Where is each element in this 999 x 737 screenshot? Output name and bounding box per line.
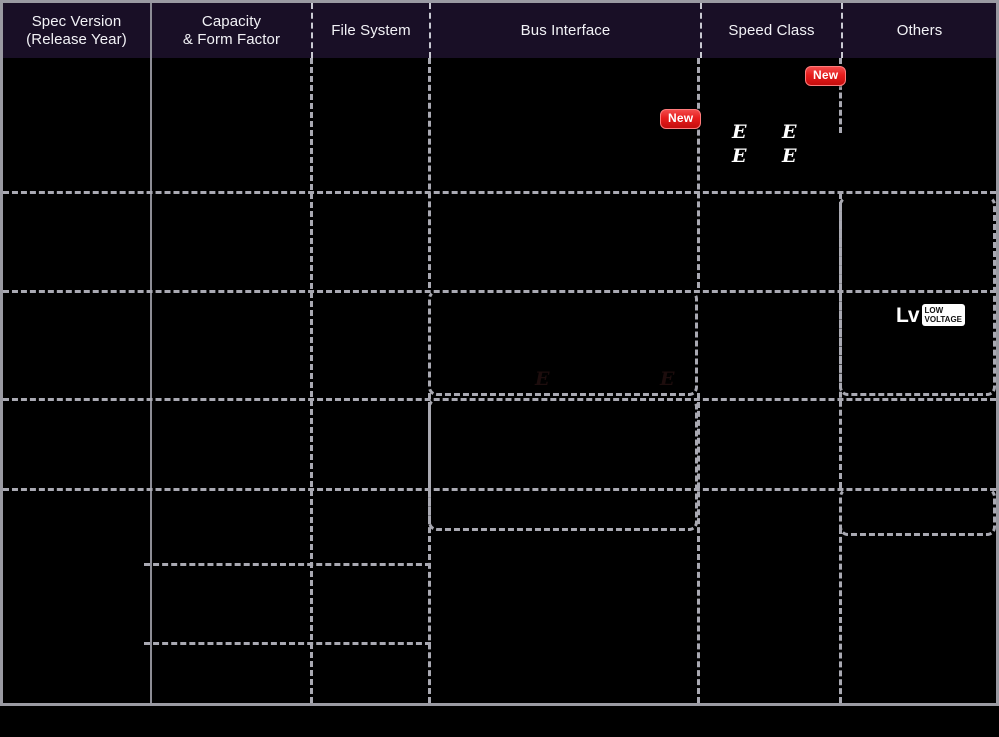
faint-glyph-2: E [660, 368, 675, 390]
column-header-capacity-subtitle: & Form Factor [182, 30, 281, 48]
low-voltage-logo-line2: VOLTAGE [924, 315, 962, 324]
low-voltage-logo-box: LOW VOLTAGE [921, 304, 965, 326]
merged-cell-bus-interface-2 [428, 398, 698, 531]
speed-class-glyph-1: E [732, 121, 747, 143]
column-divider-capacity [310, 58, 313, 703]
spec-table: Spec Version (Release Year) Capacity & F… [0, 0, 999, 706]
column-header-spec-version-title: Spec Version [31, 12, 122, 30]
column-divider-speed-class-lower [839, 528, 842, 703]
new-badge-bus-interface[interactable]: New [660, 109, 702, 129]
column-header-others-title: Others [896, 21, 943, 39]
faint-glyph-1: E [535, 368, 550, 390]
new-badge-speed-class[interactable]: New [805, 66, 847, 86]
merged-cell-others-2 [839, 488, 996, 536]
column-header-file-system[interactable]: File System [313, 3, 431, 58]
column-divider-spec-version [150, 58, 152, 703]
new-badge-speed-class-label: New [813, 68, 839, 82]
new-badge-bus-interface-label: New [668, 111, 694, 125]
column-header-bus-interface[interactable]: Bus Interface [431, 3, 702, 58]
column-header-bus-interface-title: Bus Interface [520, 21, 611, 39]
row-divider-5-partial [144, 563, 431, 566]
column-header-speed-class-title: Speed Class [728, 21, 815, 39]
table-body: New New E E E E E E Lv LOW VOLTAGE [3, 58, 996, 703]
speed-class-glyph-3: E [732, 145, 747, 167]
column-header-spec-version-subtitle: (Release Year) [26, 30, 127, 48]
column-header-spec-version[interactable]: Spec Version (Release Year) [3, 3, 152, 58]
row-divider-1 [3, 191, 996, 194]
table-header-row: Spec Version (Release Year) Capacity & F… [3, 3, 996, 58]
low-voltage-logo: Lv LOW VOLTAGE [896, 304, 965, 326]
speed-class-glyph-4: E [782, 145, 797, 167]
column-header-others[interactable]: Others [843, 3, 996, 58]
row-divider-6-partial [144, 642, 431, 645]
column-header-file-system-title: File System [331, 21, 411, 39]
page-bottom-area [0, 706, 999, 737]
speed-class-glyph-2: E [782, 121, 797, 143]
low-voltage-logo-mark: Lv [896, 303, 919, 327]
column-divider-bus-interface-upper [697, 58, 700, 288]
column-header-speed-class[interactable]: Speed Class [702, 3, 843, 58]
merged-cell-others-1 [839, 196, 996, 396]
column-header-capacity-form-factor[interactable]: Capacity & Form Factor [152, 3, 313, 58]
merged-cell-bus-interface-1 [428, 290, 698, 396]
column-divider-file-system-upper [428, 58, 431, 288]
sd-spec-comparison-page: Spec Version (Release Year) Capacity & F… [0, 0, 999, 737]
low-voltage-logo-line1: LOW [924, 306, 944, 315]
column-header-capacity-title: Capacity [201, 12, 262, 30]
